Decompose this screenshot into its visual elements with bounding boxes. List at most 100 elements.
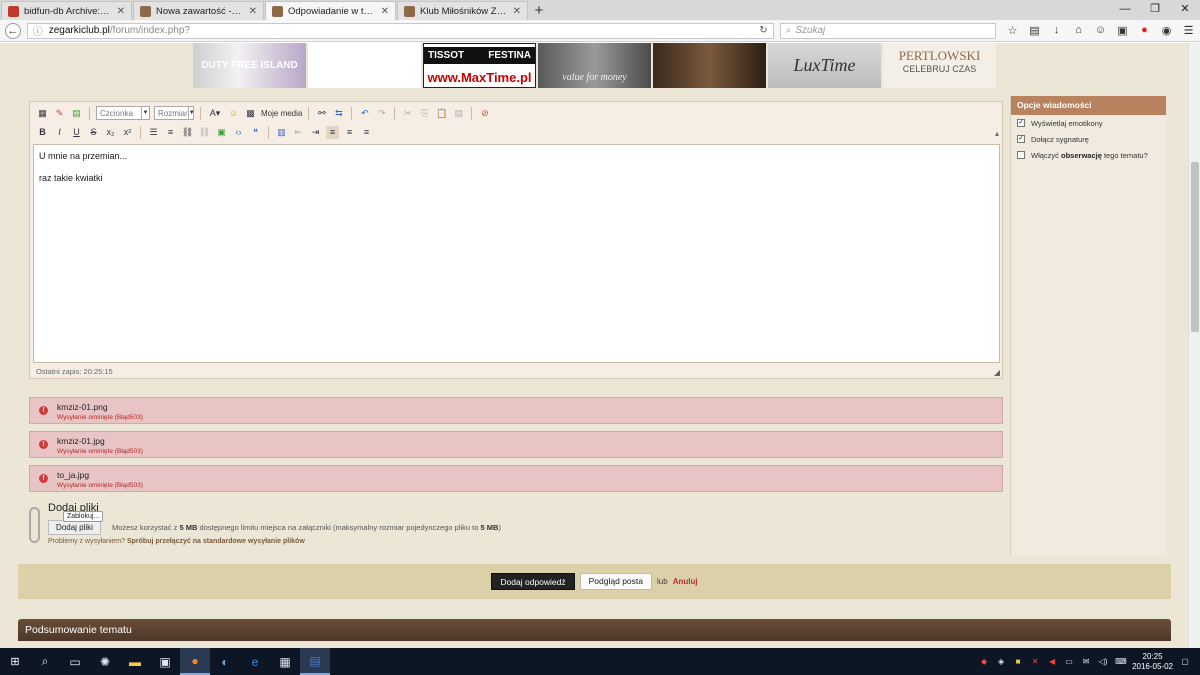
code-icon[interactable]: ‹› [232, 126, 245, 139]
ad-banner[interactable] [308, 43, 421, 88]
notifications-icon[interactable]: ▢ [1180, 657, 1190, 667]
preview-button[interactable]: Podgląd posta [579, 573, 652, 590]
subscript-icon[interactable]: x₂ [104, 126, 117, 139]
reading-list-icon[interactable]: ▤ [1028, 24, 1041, 37]
tray-app-icon[interactable]: ◈ [996, 657, 1006, 667]
new-tab-button[interactable]: + [528, 1, 550, 20]
align-left-icon[interactable]: ≡ [326, 126, 339, 139]
restore-icon[interactable]: ❐ [1140, 0, 1170, 18]
option-emoticons[interactable]: ✓ Wyświetlaj emotikony [1011, 115, 1166, 131]
adblock-icon[interactable]: ● [1138, 24, 1151, 37]
ad-banner[interactable]: DUTY FREE ISLAND [193, 43, 306, 88]
strikethrough-icon[interactable]: S [87, 126, 100, 139]
superscript-icon[interactable]: x² [121, 126, 134, 139]
back-button[interactable]: ← [5, 22, 21, 39]
smiley-icon[interactable]: ☺ [227, 107, 240, 120]
indent-icon[interactable]: ⇥ [309, 126, 322, 139]
align-center-icon[interactable]: ≡ [343, 126, 356, 139]
paste-text-icon[interactable]: ▤ [452, 107, 465, 120]
cancel-link[interactable]: Anuluj [673, 577, 698, 586]
cut-icon[interactable]: ✂ [401, 107, 414, 120]
pocket-icon[interactable]: ▣ [1116, 24, 1129, 37]
browser-tab-active[interactable]: Odpowiadanie w temacie:... ✕ [265, 1, 396, 20]
expand-toolbar-icon[interactable]: ▴ [995, 129, 999, 138]
network-icon[interactable]: ✉ [1081, 657, 1091, 667]
unlink-small-icon[interactable]: ⛓ [198, 126, 211, 139]
tray-app-icon[interactable]: ▭ [1064, 657, 1074, 667]
media-icon[interactable]: ▩ [244, 107, 257, 120]
download-icon[interactable]: ↓ [1050, 24, 1063, 37]
search-input[interactable]: ⌕ Szukaj [779, 22, 996, 39]
template-icon[interactable]: ▤ [70, 107, 83, 120]
close-tab-icon[interactable]: ✕ [117, 6, 125, 17]
my-media-button[interactable]: Moje media [261, 109, 302, 118]
url-bar[interactable]: ⓘ zegarkiclub.pl /forum/index.php? ↻ [26, 22, 774, 39]
close-tab-icon[interactable]: ✕ [513, 6, 521, 17]
resize-handle-icon[interactable]: ◢ [994, 368, 1000, 377]
task-view-icon[interactable]: ▭ [60, 648, 90, 675]
size-select[interactable]: Rozmiar ▼ [154, 106, 195, 120]
ad-banner[interactable] [653, 43, 766, 88]
source-icon[interactable]: ▦ [36, 107, 49, 120]
copy-icon[interactable]: ⎘ [418, 107, 431, 120]
firefox-icon[interactable]: ● [180, 648, 210, 675]
checkbox-checked[interactable]: ✓ [1017, 135, 1025, 143]
paste-icon[interactable]: 📋 [435, 107, 448, 120]
browser-tab[interactable]: Nowa zawartość - Klub Mi... ✕ [133, 1, 264, 20]
word-icon[interactable]: ▤ [300, 648, 330, 675]
store-icon[interactable]: ▣ [150, 648, 180, 675]
minimize-icon[interactable]: — [1110, 0, 1140, 18]
spoiler-icon[interactable]: ▥ [275, 126, 288, 139]
redo-icon[interactable]: ↷ [375, 107, 388, 120]
unlink-icon[interactable]: ⊘ [478, 107, 491, 120]
thunderbird-icon[interactable]: ◐ [210, 648, 240, 675]
file-explorer-icon[interactable]: ▬ [120, 648, 150, 675]
volume-icon[interactable]: ◁) [1098, 657, 1108, 667]
app-icon[interactable]: ✺ [90, 648, 120, 675]
outdent-icon[interactable]: ⇤ [292, 126, 305, 139]
italic-icon[interactable]: I [53, 126, 66, 139]
align-right-icon[interactable]: ≡ [360, 126, 373, 139]
browser-tab[interactable]: bidfun-db Archive: Watch... ✕ [1, 1, 132, 20]
checkbox-checked[interactable]: ✓ [1017, 119, 1025, 127]
page-info-icon[interactable]: ⓘ [33, 23, 43, 38]
topic-summary-header[interactable]: Podsumowanie tematu [18, 619, 1171, 641]
undo-icon[interactable]: ↶ [358, 107, 371, 120]
taskbar-clock[interactable]: 20:25 2016-05-02 [1132, 652, 1173, 672]
quote-icon[interactable]: ❝ [249, 126, 262, 139]
menu-icon[interactable]: ☰ [1182, 24, 1195, 37]
language-icon[interactable]: ⌨ [1115, 657, 1127, 667]
option-signature[interactable]: ✓ Dołącz sygnaturę [1011, 131, 1166, 147]
ad-banner[interactable]: TISSOT FESTINA www.MaxTime.pl [423, 43, 536, 88]
ad-banner[interactable]: value for money [538, 43, 651, 88]
tray-app-icon[interactable]: ✕ [1030, 657, 1040, 667]
browser-tab[interactable]: Klub Miłośników Zegarów... ✕ [397, 1, 528, 20]
numbered-list-icon[interactable]: ≡ [164, 126, 177, 139]
checkbox-unchecked[interactable] [1017, 151, 1025, 159]
chat-icon[interactable]: ☺ [1094, 24, 1107, 37]
replace-icon[interactable]: ⇆ [332, 107, 345, 120]
text-color-icon[interactable]: A▾ [207, 107, 223, 120]
tray-app-icon[interactable]: ◆ [979, 657, 989, 667]
close-window-icon[interactable]: ✕ [1170, 0, 1200, 18]
close-tab-icon[interactable]: ✕ [381, 6, 389, 17]
home-icon[interactable]: ⌂ [1072, 24, 1085, 37]
tray-app-icon[interactable]: ■ [1013, 657, 1023, 667]
scrollbar-thumb[interactable] [1191, 162, 1199, 332]
edge-icon[interactable]: e [240, 648, 270, 675]
link-icon[interactable]: ⛓ [181, 126, 194, 139]
search-icon[interactable]: ⌕ [30, 648, 60, 675]
standard-upload-link[interactable]: Spróbuj przełączyć na standardowe wysyła… [127, 538, 305, 545]
ad-banner[interactable]: PERTLOWSKI CELEBRUJ CZAS [883, 43, 996, 88]
bookmark-star-icon[interactable]: ☆ [1006, 24, 1019, 37]
add-reply-button[interactable]: Dodaj odpowiedź [491, 573, 575, 590]
bold-icon[interactable]: B [36, 126, 49, 139]
tray-app-icon[interactable]: ◀ [1047, 657, 1057, 667]
extension-icon[interactable]: ◉ [1160, 24, 1173, 37]
page-scrollbar[interactable] [1188, 43, 1200, 648]
bullet-list-icon[interactable]: ☰ [147, 126, 160, 139]
reload-icon[interactable]: ↻ [759, 25, 767, 36]
calendar-icon[interactable]: ▦ [270, 648, 300, 675]
option-follow-topic[interactable]: Włączyć obserwację tego tematu? [1011, 147, 1166, 163]
binoculars-icon[interactable]: ⚯ [315, 107, 328, 120]
